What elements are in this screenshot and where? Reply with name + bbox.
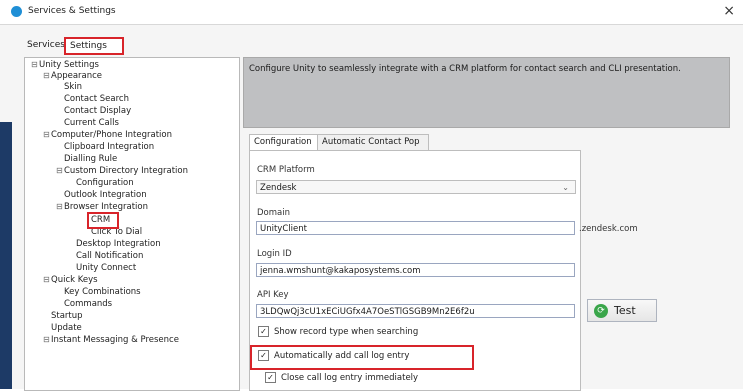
test-button-label: Test (614, 304, 636, 317)
app-icon (11, 6, 22, 17)
tree-item-contact-search[interactable]: Contact Search (64, 94, 129, 104)
tree-item-custom-directory[interactable]: ⊟Custom Directory Integration (56, 166, 188, 176)
crm-platform-label: CRM Platform (257, 165, 315, 175)
auto-add-call-log-checkbox[interactable]: ✓ Automatically add call log entry (258, 350, 409, 361)
tab-configuration[interactable]: Configuration (249, 134, 321, 151)
tree-item-commands[interactable]: Commands (64, 299, 112, 309)
collapse-icon[interactable]: ⊟ (56, 166, 64, 175)
tree-item-skin[interactable]: Skin (64, 82, 82, 92)
tree-item-unity-settings[interactable]: ⊟Unity Settings (31, 60, 99, 70)
tree-item-clipboard[interactable]: Clipboard Integration (64, 142, 154, 152)
domain-suffix: .zendesk.com (579, 224, 638, 234)
tab-automatic-contact-pop[interactable]: Automatic Contact Pop (317, 134, 429, 151)
collapse-icon[interactable]: ⊟ (56, 202, 64, 211)
collapse-icon[interactable]: ⊟ (31, 60, 39, 69)
tree-item-browser[interactable]: ⊟Browser Integration (56, 202, 148, 212)
collapse-icon[interactable]: ⊟ (43, 130, 51, 139)
description-banner: Configure Unity to seamlessly integrate … (243, 57, 730, 128)
tree-item-contact-display[interactable]: Contact Display (64, 106, 131, 116)
description-text: Configure Unity to seamlessly integrate … (249, 64, 681, 74)
tree-item-configuration[interactable]: Configuration (76, 178, 134, 188)
background-strip (0, 122, 12, 389)
tree-item-unity-connect[interactable]: Unity Connect (76, 263, 136, 273)
tree-item-key-combinations[interactable]: Key Combinations (64, 287, 141, 297)
tree-item-instant-messaging[interactable]: ⊟Instant Messaging & Presence (43, 335, 179, 345)
tree-item-update[interactable]: Update (51, 323, 82, 333)
collapse-icon[interactable]: ⊟ (43, 335, 51, 344)
collapse-icon[interactable]: ⊟ (43, 71, 51, 80)
domain-label: Domain (257, 208, 290, 218)
api-key-label: API Key (257, 290, 289, 300)
window-title: Services & Settings (28, 6, 116, 16)
settings-tree: ⊟Unity Settings ⊟Appearance Skin Contact… (24, 57, 240, 391)
tree-item-quick-keys[interactable]: ⊟Quick Keys (43, 275, 98, 285)
tree-item-startup[interactable]: Startup (51, 311, 83, 321)
checkmark-icon: ✓ (258, 326, 269, 337)
tree-item-desktop[interactable]: Desktop Integration (76, 239, 161, 249)
api-key-field[interactable]: 3LDQwQj3cU1xECiUGfx4A7OeSTlGSGB9Mn2E6f2u (256, 304, 575, 318)
refresh-icon: ⟳ (594, 304, 608, 318)
show-record-type-checkbox[interactable]: ✓ Show record type when searching (258, 326, 418, 337)
test-button[interactable]: ⟳ Test (587, 299, 657, 322)
tree-item-call-notification[interactable]: Call Notification (76, 251, 143, 261)
close-call-log-checkbox[interactable]: ✓ Close call log entry immediately (265, 372, 418, 383)
crm-highlight (87, 212, 119, 229)
crm-platform-select[interactable]: Zendesk ⌄ (256, 180, 576, 194)
collapse-icon[interactable]: ⊟ (43, 275, 51, 284)
chevron-down-icon: ⌄ (562, 183, 569, 192)
checkmark-icon: ✓ (265, 372, 276, 383)
title-bar: Services & Settings × (0, 0, 743, 25)
tree-item-computer-phone[interactable]: ⊟Computer/Phone Integration (43, 130, 172, 140)
tree-item-dialling-rule[interactable]: Dialling Rule (64, 154, 117, 164)
tree-item-appearance[interactable]: ⊟Appearance (43, 71, 102, 81)
domain-field[interactable]: UnityClient (256, 221, 575, 235)
tab-services[interactable]: Services (24, 37, 68, 53)
tab-settings[interactable]: Settings (64, 37, 124, 55)
close-icon[interactable]: × (723, 3, 735, 19)
tree-item-outlook[interactable]: Outlook Integration (64, 190, 147, 200)
checkmark-icon: ✓ (258, 350, 269, 361)
tree-item-current-calls[interactable]: Current Calls (64, 118, 119, 128)
services-settings-window: Services & Settings × Services Settings … (0, 0, 743, 391)
login-id-field[interactable]: jenna.wmshunt@kakaposystems.com (256, 263, 575, 277)
login-id-label: Login ID (257, 249, 292, 259)
